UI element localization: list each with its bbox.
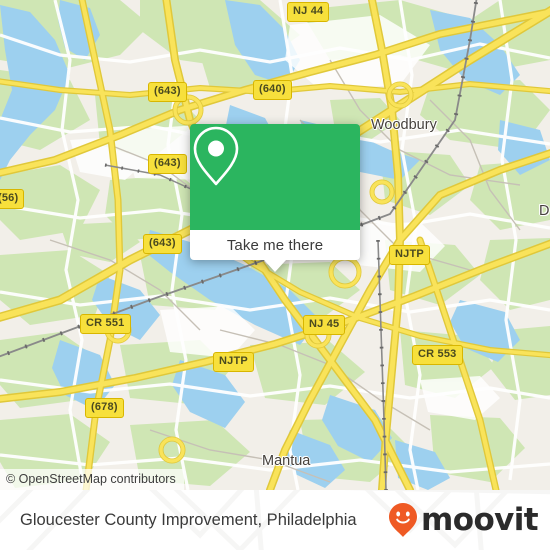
footer-bar: Gloucester County Improvement, Philadelp… (0, 490, 550, 550)
road-shield[interactable]: NJTP (389, 245, 430, 265)
road-shield[interactable]: (640) (253, 80, 292, 100)
osm-attribution[interactable]: © OpenStreetMap contributors (0, 469, 184, 490)
moovit-wordmark: moovit (421, 501, 539, 538)
place-label-truncated: D (539, 203, 550, 219)
road-shield[interactable]: NJ 45 (303, 315, 346, 335)
moovit-map-screenshot: NJ 44 (643) (640) (643) (56) (643) NJTP … (0, 0, 550, 550)
page-title: Gloucester County Improvement, Philadelp… (20, 510, 357, 529)
road-shield[interactable]: CR 551 (80, 314, 131, 334)
road-shield[interactable]: (643) (148, 154, 187, 174)
moovit-smiley-pin-icon (389, 503, 418, 537)
take-me-there-label: Take me there (226, 236, 324, 254)
road-shield[interactable]: (56) (0, 189, 25, 209)
road-shield[interactable]: (678) (85, 398, 124, 418)
road-shield[interactable]: CR 553 (412, 345, 463, 365)
popup-pointer (264, 260, 286, 272)
destination-popup-card[interactable]: Take me there (190, 124, 360, 272)
road-shield[interactable]: (643) (143, 234, 182, 254)
map-canvas[interactable]: NJ 44 (643) (640) (643) (56) (643) NJTP … (0, 0, 550, 490)
road-shield[interactable]: (643) (148, 82, 187, 102)
place-label-mantua: Mantua (262, 453, 311, 469)
place-label-woodbury: Woodbury (371, 117, 437, 133)
moovit-logo[interactable]: moovit (388, 490, 539, 550)
take-me-there-button[interactable]: Take me there (190, 230, 360, 260)
road-shield[interactable]: NJTP (213, 352, 254, 372)
popup-header (190, 124, 360, 230)
road-shield[interactable]: NJ 44 (287, 2, 330, 22)
map-pin-icon (193, 126, 239, 186)
